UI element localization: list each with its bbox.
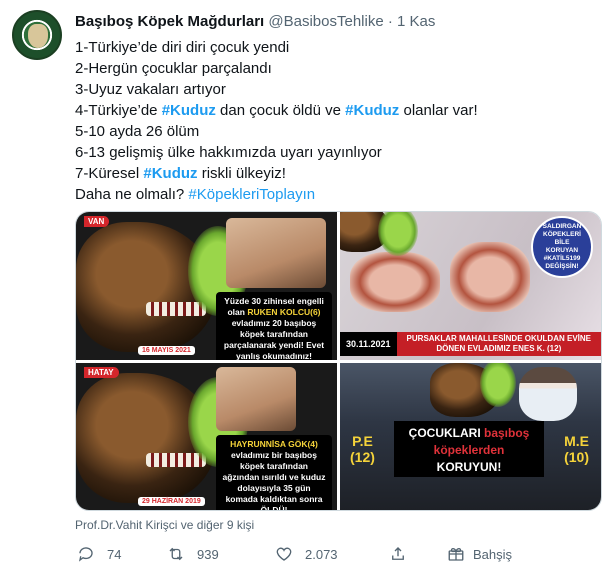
tip-button[interactable]: Bahşiş bbox=[447, 545, 512, 563]
author-handle[interactable]: @BasibosTehlike bbox=[268, 13, 383, 30]
green-blob bbox=[480, 363, 516, 407]
date-tag: 16 MAYIS 2021 bbox=[138, 346, 195, 355]
caption-box: HAYRUNNİSA GÖK(4) evladımız bir başıboş … bbox=[216, 435, 332, 510]
hashtag-kuduz[interactable]: #Kuduz bbox=[162, 102, 216, 119]
media-image-4[interactable]: P.E (12) ÇOCUKLARI başıboş köpeklerden K… bbox=[340, 363, 601, 510]
hashtag-kopekleritoplayin[interactable]: #KöpekleriToplayın bbox=[188, 186, 315, 203]
media-image-1[interactable]: VAN Yüzde 30 zihinsel engelli olan RUKEN… bbox=[76, 212, 337, 360]
like-button[interactable]: 2.073 bbox=[275, 545, 338, 563]
tweet-time[interactable]: 1 Kas bbox=[397, 13, 435, 30]
tip-label: Bahşiş bbox=[473, 546, 513, 562]
tweet-line-1: 1-Türkiye’de diri diri çocuk yendi bbox=[75, 39, 290, 56]
like-count: 2.073 bbox=[305, 546, 338, 562]
location-tag: HATAY bbox=[84, 367, 119, 378]
liked-by-text[interactable]: Prof.Dr.Vahit Kirişci ve diğer 9 kişi bbox=[75, 518, 254, 532]
media-image-2[interactable]: SALDIRGAN KÖPEKLERİ BİLE KORUYAN #KATİL5… bbox=[340, 212, 601, 360]
header-separator: · bbox=[387, 13, 393, 30]
injury-photo bbox=[350, 252, 440, 312]
reply-icon bbox=[78, 547, 93, 562]
banner-text: PURSAKLAR MAHALLESİNDE OKULDAN EVİNE DÖN… bbox=[406, 334, 591, 353]
tweet-text: 1-Türkiye’de diri diri çocuk yendi 2-Her… bbox=[75, 37, 595, 205]
child-photo bbox=[216, 367, 296, 431]
news-banner: 30.11.2021 PURSAKLAR MAHALLESİNDE OKULDA… bbox=[340, 332, 601, 356]
injury-photo bbox=[450, 242, 530, 312]
child-photo bbox=[519, 367, 577, 421]
reply-button[interactable]: 74 bbox=[77, 545, 121, 563]
share-icon bbox=[392, 547, 404, 560]
tweet-line-8: Daha ne olmalı? #KöpekleriToplayın bbox=[75, 186, 316, 203]
tweet-line-2: 2-Hergün çocuklar parçalandı bbox=[75, 60, 272, 77]
tweet-line-3: 3-Uyuz vakaları artıyor bbox=[75, 81, 226, 98]
retweet-button[interactable]: 939 bbox=[167, 545, 219, 563]
tweet-header: Başıboş Köpek Mağdurları @BasibosTehlike… bbox=[75, 13, 435, 31]
tweet-line-7: 7-Küresel #Kuduz riskli ülkeyiz! bbox=[75, 165, 286, 182]
tweet-line-5: 5-10 ayda 26 ölüm bbox=[75, 123, 200, 140]
author-name[interactable]: Başıboş Köpek Mağdurları bbox=[75, 13, 264, 30]
media-grid: VAN Yüzde 30 zihinsel engelli olan RUKEN… bbox=[75, 211, 602, 511]
location-tag: VAN bbox=[84, 216, 110, 227]
action-bar: 74 939 2.073 Bahşiş bbox=[75, 545, 605, 567]
child-photo bbox=[226, 218, 326, 288]
tip-icon bbox=[448, 547, 464, 561]
victim-label-left: P.E (12) bbox=[350, 433, 375, 465]
hashtag-kuduz[interactable]: #Kuduz bbox=[143, 165, 197, 182]
banner-date: 30.11.2021 bbox=[340, 332, 397, 356]
date-tag: 29 HAZİRAN 2019 bbox=[138, 497, 205, 506]
avatar-dog-emblem bbox=[28, 24, 48, 48]
poster-title: ÇOCUKLARI başıboş köpeklerden KORUYUN! bbox=[394, 421, 544, 477]
green-blob bbox=[378, 212, 418, 256]
tweet: Başıboş Köpek Mağdurları @BasibosTehlike… bbox=[0, 0, 614, 569]
tweet-line-4: 4-Türkiye’de #Kuduz dan çocuk öldü ve #K… bbox=[75, 102, 478, 119]
victim-label-right: M.E (10) bbox=[564, 433, 589, 465]
heart-icon bbox=[276, 547, 292, 561]
tweet-line-6: 6-13 gelişmiş ülke hakkımızda uyarı yayı… bbox=[75, 144, 382, 161]
hashtag-kuduz[interactable]: #Kuduz bbox=[345, 102, 399, 119]
campaign-badge: SALDIRGAN KÖPEKLERİ BİLE KORUYAN #KATİL5… bbox=[531, 216, 593, 278]
retweet-icon bbox=[169, 547, 183, 561]
author-avatar[interactable] bbox=[12, 10, 62, 60]
reply-count: 74 bbox=[107, 546, 122, 562]
media-image-3[interactable]: HATAY HAYRUNNİSA GÖK(4) evladımız bir ba… bbox=[76, 363, 337, 510]
share-button[interactable] bbox=[389, 545, 407, 563]
caption-box: Yüzde 30 zihinsel engelli olan RUKEN KOL… bbox=[216, 292, 332, 360]
retweet-count: 939 bbox=[197, 546, 219, 562]
